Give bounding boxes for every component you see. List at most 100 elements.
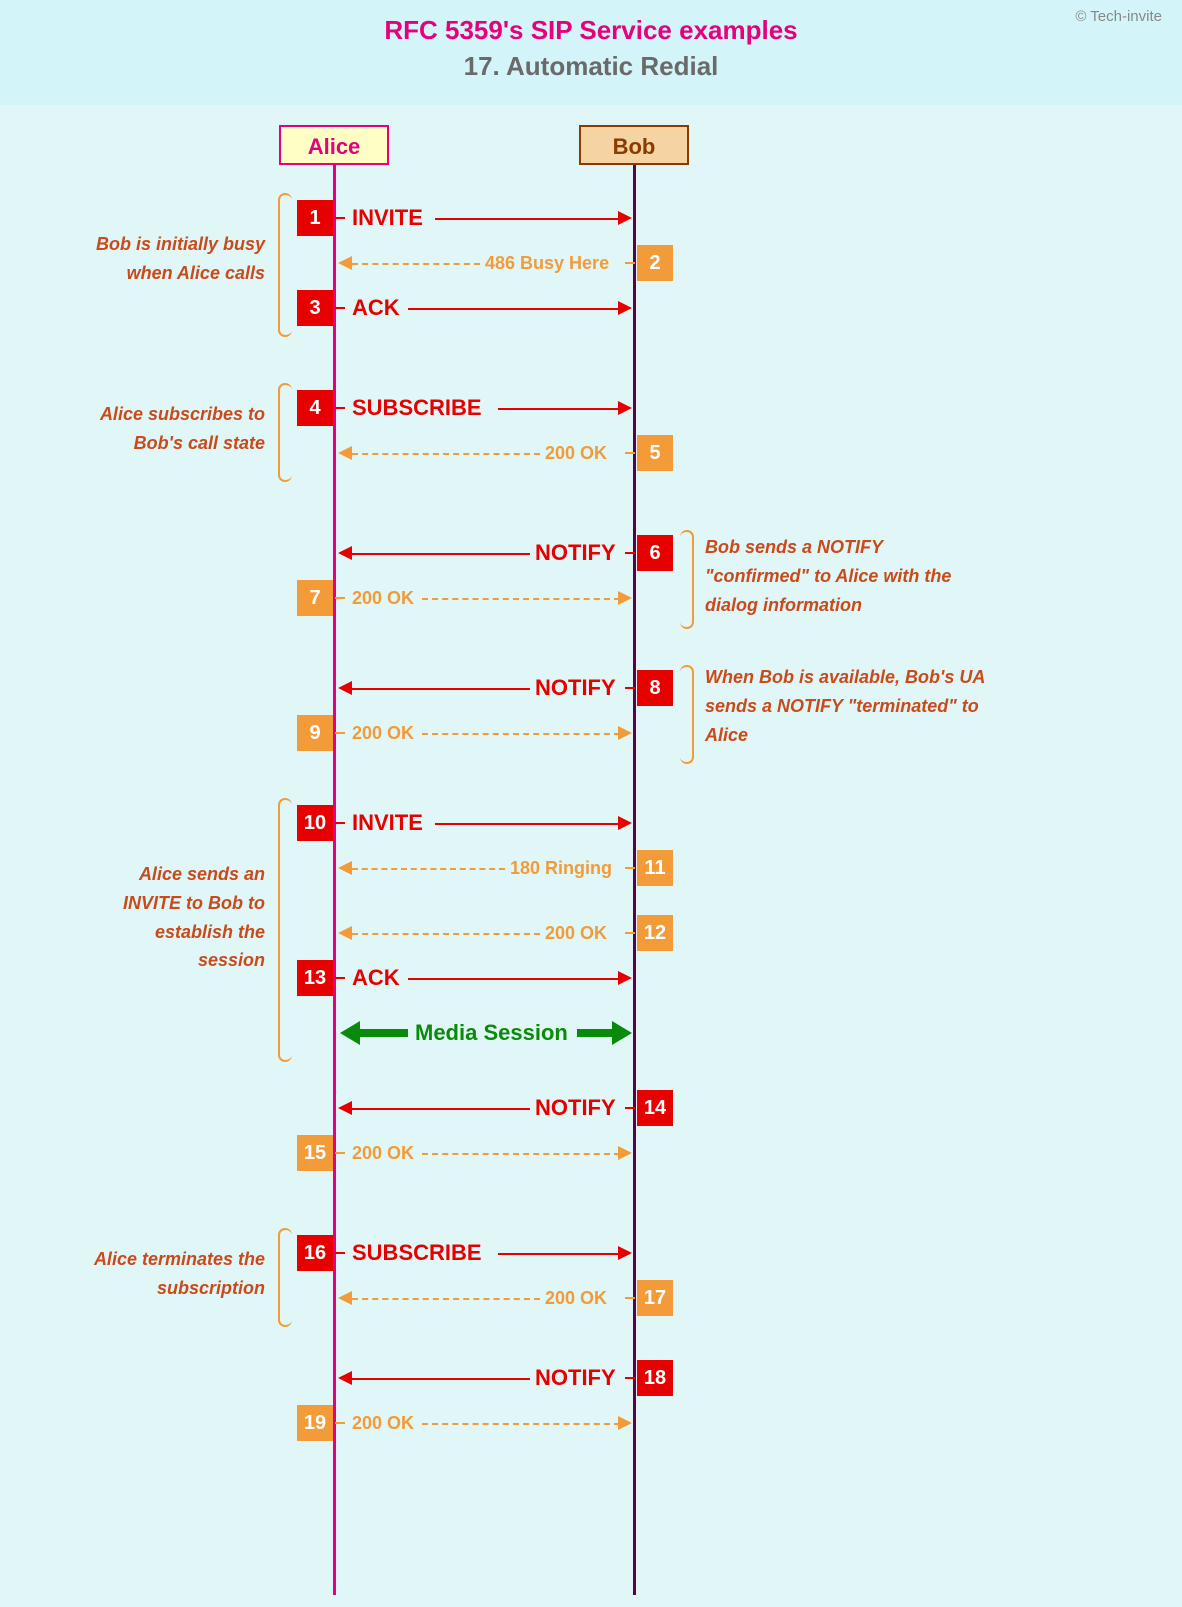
arrowhead-14 [338,1101,352,1115]
step-5-label: 200 OK [545,443,607,464]
step-14-label: NOTIFY [535,1095,616,1121]
lifeline-bob [633,165,636,1595]
note-6: Alice terminates the subscription [75,1245,265,1303]
step-11-label: 180 Ringing [510,858,612,879]
step-17-box: 17 [637,1280,673,1316]
step-12-label: 200 OK [545,923,607,944]
tick [335,217,345,219]
tick [335,1422,345,1424]
arrowhead-6 [338,546,352,560]
step-8-label: NOTIFY [535,675,616,701]
tick [625,1377,635,1379]
arrow-11 [352,868,505,870]
tick [335,977,345,979]
tick [625,867,635,869]
tick [335,597,345,599]
arrow-18 [352,1378,530,1380]
arrowhead-12 [338,926,352,940]
arrow-4 [498,408,620,410]
arrowhead-7 [618,591,632,605]
arrowhead-11 [338,861,352,875]
step-6-label: NOTIFY [535,540,616,566]
note-2: Alice subscribes to Bob's call state [75,400,265,458]
media-arrowhead-right [612,1021,632,1045]
tick [335,1152,345,1154]
tick [625,687,635,689]
step-19-label: 200 OK [352,1413,414,1434]
step-2-label: 486 Busy Here [485,253,609,274]
bracket-1 [278,193,292,337]
arrow-12 [352,933,540,935]
step-6-box: 6 [637,535,673,571]
arrowhead-16 [618,1246,632,1260]
header: RFC 5359's SIP Service examples 17. Auto… [0,0,1182,105]
arrowhead-1 [618,211,632,225]
arrowhead-18 [338,1371,352,1385]
step-13-label: ACK [352,965,400,991]
step-15-box: 15 [297,1135,333,1171]
step-1-box: 1 [297,200,333,236]
step-5-box: 5 [637,435,673,471]
actor-bob: Bob [579,125,689,165]
media-arrow-right [577,1029,617,1037]
arrowhead-10 [618,816,632,830]
step-15-label: 200 OK [352,1143,414,1164]
step-7-box: 7 [297,580,333,616]
arrow-13 [408,978,620,980]
step-7-label: 200 OK [352,588,414,609]
step-4-label: SUBSCRIBE [352,395,482,421]
arrowhead-4 [618,401,632,415]
step-18-label: NOTIFY [535,1365,616,1391]
step-16-label: SUBSCRIBE [352,1240,482,1266]
tick [335,1252,345,1254]
bracket-2 [278,383,292,482]
copyright: © Tech-invite [1075,8,1162,25]
arrow-15 [422,1153,620,1155]
arrow-19 [422,1423,620,1425]
arrowhead-17 [338,1291,352,1305]
step-10-label: INVITE [352,810,423,836]
step-16-box: 16 [297,1235,333,1271]
diagram-page: RFC 5359's SIP Service examples 17. Auto… [0,0,1182,1607]
tick [625,452,635,454]
lifeline-alice [333,165,336,1595]
page-title-1: RFC 5359's SIP Service examples [0,15,1182,46]
note-1: Bob is initially busy when Alice calls [80,230,265,288]
tick [335,407,345,409]
arrow-5 [352,453,540,455]
arrow-10 [435,823,620,825]
tick [625,1107,635,1109]
tick [625,262,635,264]
step-3-box: 3 [297,290,333,326]
arrow-6 [352,553,530,555]
tick [625,552,635,554]
step-8-box: 8 [637,670,673,706]
bracket-4 [680,665,694,764]
arrow-16 [498,1253,620,1255]
arrowhead-3 [618,301,632,315]
arrowhead-8 [338,681,352,695]
step-12-box: 12 [637,915,673,951]
arrowhead-19 [618,1416,632,1430]
tick [625,932,635,934]
arrow-7 [422,598,620,600]
step-3-label: ACK [352,295,400,321]
arrowhead-5 [338,446,352,460]
sequence-canvas: Alice Bob 1 INVITE 2 486 Busy Here 3 ACK… [0,105,1182,1607]
media-session-label: Media Session [415,1020,568,1046]
tick [335,822,345,824]
media-arrow-left [358,1029,408,1037]
arrow-9 [422,733,620,735]
arrow-17 [352,1298,540,1300]
arrow-1 [435,218,620,220]
actor-alice: Alice [279,125,389,165]
arrow-2 [352,263,480,265]
media-arrowhead-left [340,1021,360,1045]
tick [335,307,345,309]
page-title-2: 17. Automatic Redial [0,51,1182,82]
bracket-5 [278,798,292,1062]
step-18-box: 18 [637,1360,673,1396]
note-5: Alice sends an INVITE to Bob to establis… [100,860,265,975]
arrow-14 [352,1108,530,1110]
tick [625,1297,635,1299]
